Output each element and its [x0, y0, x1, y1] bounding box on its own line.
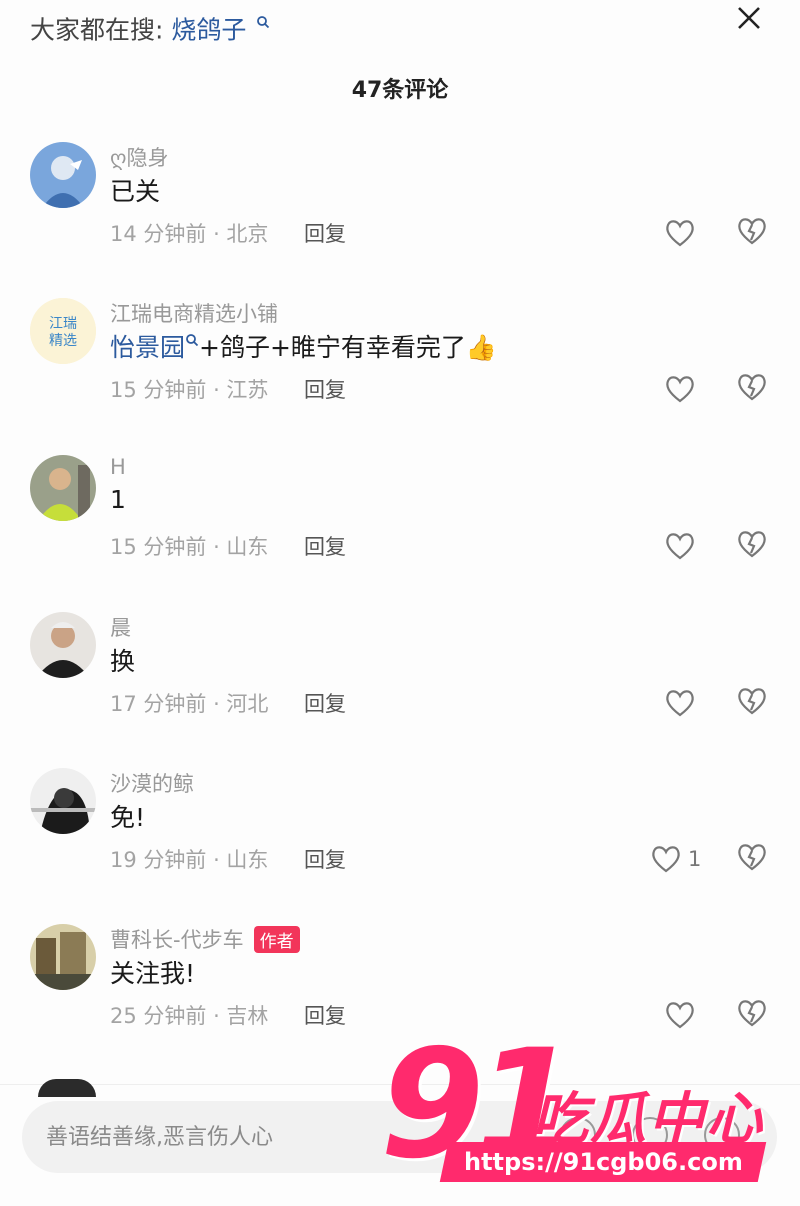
top-bar: 大家都在搜: 烧鸽子	[0, 0, 800, 60]
like-button[interactable]	[664, 998, 702, 1032]
dislike-button[interactable]	[736, 998, 770, 1032]
comment-meta: 19 分钟前 · 山东	[110, 848, 269, 872]
comment-item: 沙漠的鲸 免! 19 分钟前 · 山东 回复 1	[0, 768, 800, 918]
username[interactable]: 曹科长-代步车 作者	[110, 924, 300, 954]
username[interactable]: ღ隐身	[110, 142, 169, 172]
heart-icon	[666, 220, 694, 247]
heart-icon	[666, 690, 694, 717]
search-icon	[186, 333, 199, 346]
trending-label: 大家都在搜:	[30, 15, 164, 45]
svg-text:江瑞: 江瑞	[49, 316, 77, 332]
input-tools	[560, 1117, 740, 1153]
comment-keyword-link[interactable]: 怡景园	[110, 333, 185, 362]
emoji-icon[interactable]	[704, 1117, 740, 1153]
username[interactable]: 江瑞电商精选小铺	[110, 298, 278, 328]
close-icon	[738, 7, 760, 29]
heart-icon	[666, 533, 694, 560]
avatar[interactable]: 江瑞 精选	[30, 298, 96, 364]
dislike-button[interactable]	[736, 842, 770, 876]
comment-input-bar	[0, 1079, 800, 1206]
comment-text: 怡景园 +鸽子+睢宁有幸看完了👍	[110, 333, 498, 362]
reply-button[interactable]: 回复	[304, 688, 346, 718]
comment-item: 曹科长-代步车 作者 关注我! 25 分钟前 · 吉林 回复	[0, 924, 800, 1074]
comment-text: 换	[110, 647, 136, 676]
heart-icon	[666, 376, 694, 403]
comment-item: ღ隐身 已关 14 分钟前 · 北京 回复	[0, 142, 800, 292]
avatar[interactable]	[30, 455, 96, 521]
reply-button[interactable]: 回复	[304, 218, 346, 248]
dislike-button[interactable]	[736, 529, 770, 563]
reply-button[interactable]: 回复	[304, 531, 346, 561]
comment-input[interactable]	[46, 1124, 406, 1150]
broken-heart-icon	[738, 531, 766, 558]
reply-button[interactable]: 回复	[304, 374, 346, 404]
comment-item: 晨 换 17 分钟前 · 河北 回复	[0, 612, 800, 762]
username[interactable]: H	[110, 455, 126, 479]
like-button[interactable]	[664, 529, 702, 563]
broken-heart-icon	[738, 688, 766, 715]
comment-text: 1	[110, 485, 126, 514]
heart-icon	[666, 1002, 694, 1029]
close-button[interactable]	[728, 0, 770, 36]
mention-icon[interactable]	[632, 1117, 668, 1153]
like-button[interactable]	[664, 686, 702, 720]
broken-heart-icon	[738, 218, 766, 245]
author-badge: 作者	[253, 925, 300, 953]
username[interactable]: 沙漠的鲸	[110, 768, 194, 798]
image-icon[interactable]	[560, 1117, 596, 1153]
comment-meta: 15 分钟前 · 江苏	[110, 378, 269, 402]
trending-keyword[interactable]: 烧鸽子	[171, 15, 246, 44]
broken-heart-icon	[738, 844, 766, 871]
search-icon	[256, 6, 270, 35]
reply-button[interactable]: 回复	[304, 1000, 346, 1030]
svg-text:精选: 精选	[49, 333, 77, 349]
avatar	[38, 1079, 96, 1097]
dislike-button[interactable]	[736, 686, 770, 720]
broken-heart-icon	[738, 1000, 766, 1027]
comment-item: H 1 15 分钟前 · 山东 回复	[0, 455, 800, 605]
username[interactable]: 晨	[110, 612, 131, 642]
avatar[interactable]	[30, 924, 96, 990]
comment-text: 关注我!	[110, 959, 196, 988]
dislike-button[interactable]	[736, 216, 770, 250]
comment-text: 已关	[110, 177, 161, 206]
reply-button[interactable]: 回复	[304, 844, 346, 874]
comment-meta: 15 分钟前 · 山东	[110, 535, 269, 559]
like-button[interactable]	[664, 216, 702, 250]
comment-item: 江瑞 精选 江瑞电商精选小铺 怡景园 +鸽子+睢宁有幸看完了👍 15 分钟前 · 江…	[0, 298, 800, 448]
heart-icon	[652, 846, 680, 873]
avatar[interactable]	[30, 142, 96, 208]
comment-text: 免!	[110, 803, 146, 832]
broken-heart-icon	[738, 374, 766, 401]
comment-meta: 17 分钟前 · 河北	[110, 692, 269, 716]
dislike-button[interactable]	[736, 372, 770, 406]
trending-search-hint[interactable]: 大家都在搜: 烧鸽子	[30, 6, 270, 46]
comment-meta: 25 分钟前 · 吉林	[110, 1004, 269, 1028]
like-button[interactable]: 1	[650, 842, 701, 876]
thumbs-up-emoji: 👍	[465, 333, 498, 362]
comment-meta: 14 分钟前 · 北京	[110, 222, 269, 246]
comment-count-title: 47条评论	[351, 78, 449, 103]
avatar[interactable]	[30, 612, 96, 678]
like-button[interactable]	[664, 372, 702, 406]
avatar[interactable]	[30, 768, 96, 834]
like-count: 1	[688, 847, 702, 871]
